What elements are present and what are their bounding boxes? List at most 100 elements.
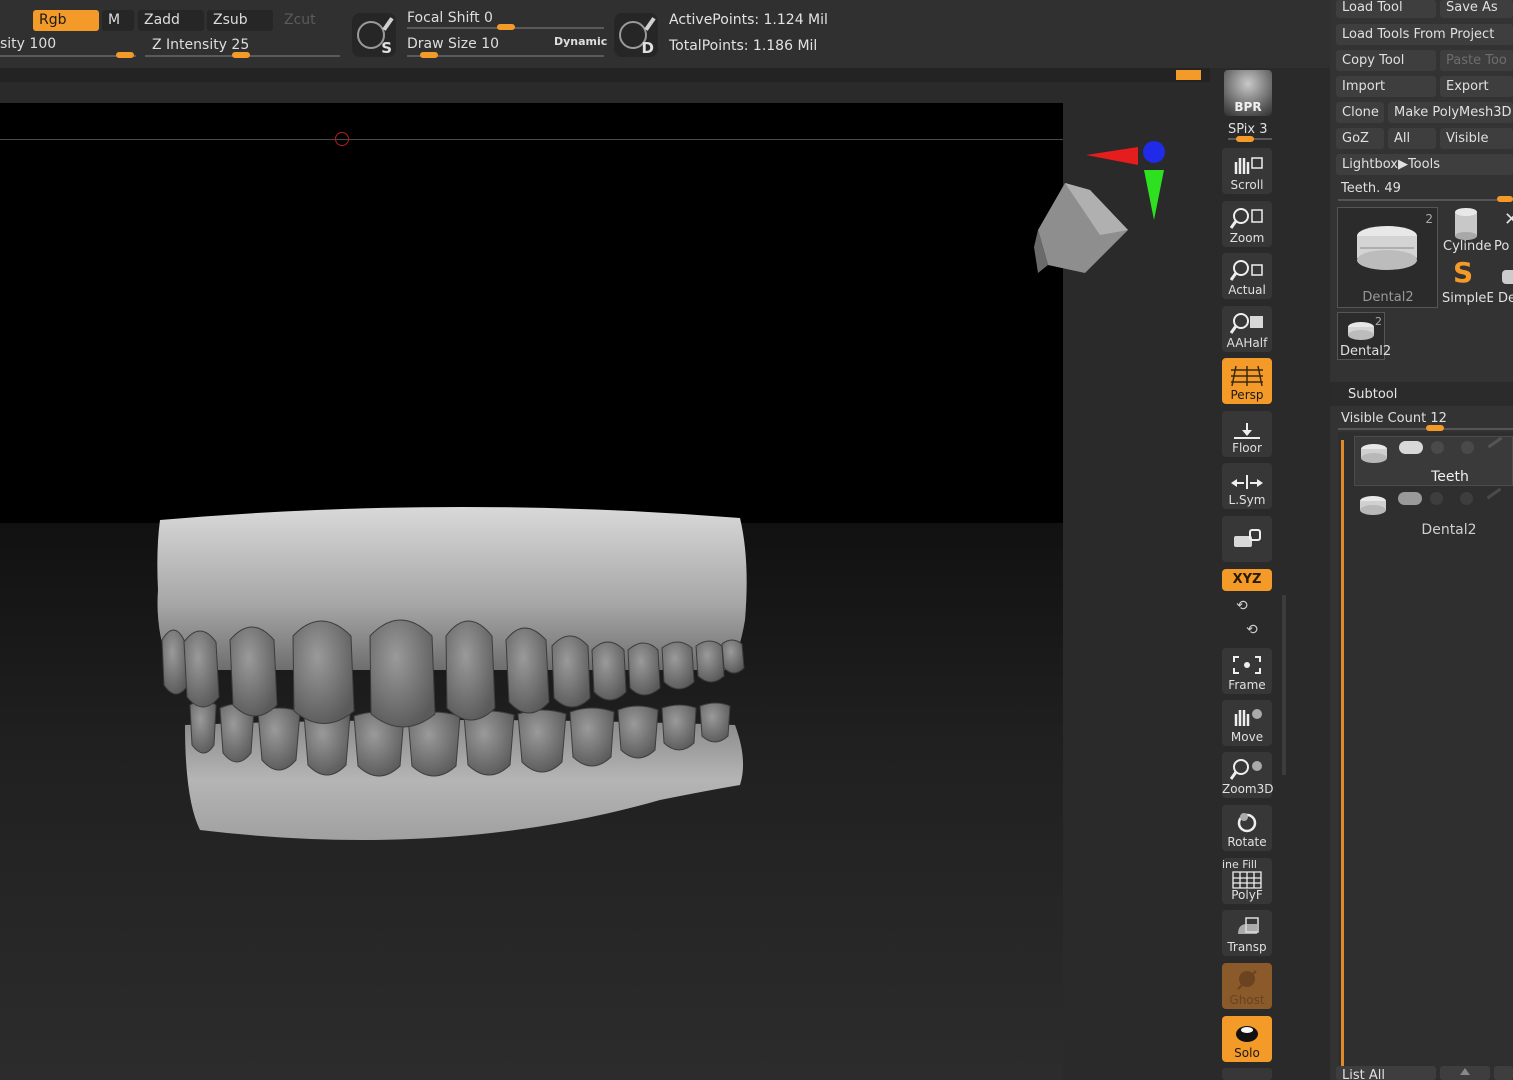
persp-button[interactable]: Persp (1222, 358, 1272, 404)
subtool-mode-icon[interactable] (1461, 441, 1474, 454)
dynamic-button[interactable]: Dynamic (554, 35, 607, 48)
z-intensity-knob[interactable] (232, 52, 250, 58)
polypaint-icon[interactable] (1430, 492, 1443, 505)
current-tool-knob[interactable] (1497, 196, 1513, 202)
m-button[interactable]: M (102, 10, 134, 31)
zadd-button[interactable]: Zadd (138, 10, 204, 31)
tool-thumb-cylinder[interactable]: Cylinde (1441, 207, 1491, 257)
solo-label: Solo (1234, 1046, 1260, 1060)
floor-button[interactable]: Floor (1222, 411, 1272, 457)
hand-icon (1234, 709, 1262, 726)
subtool-item[interactable]: Dental2 (1354, 487, 1513, 539)
scroll-button[interactable]: Scroll (1222, 148, 1272, 194)
brush-icon (644, 17, 656, 31)
tool-thumb-simplebrush[interactable]: S SimpleE (1441, 258, 1493, 308)
rotate-y-icon[interactable]: ⟲ (1236, 598, 1248, 614)
teeth-model[interactable] (150, 500, 750, 855)
aahalf-button[interactable]: AAHalf (1222, 306, 1272, 352)
zsub-button[interactable]: Zsub (207, 10, 273, 31)
active-points: ActivePoints: 1.124 Mil (669, 12, 828, 28)
subtool-item-name: Teeth (1431, 469, 1469, 485)
subtool-mode-icon[interactable] (1460, 492, 1473, 505)
export-button[interactable]: Export (1440, 76, 1513, 97)
persp-label: Persp (1230, 388, 1264, 402)
draw-size-label: Draw Size 10 (407, 36, 500, 52)
lsym-button[interactable]: L.Sym (1222, 463, 1272, 509)
thumb-label: Dental2 (1340, 344, 1392, 359)
rotate-label: Rotate (1227, 835, 1267, 849)
tool-thumb-polymesh[interactable]: ✕ Po (1494, 207, 1513, 257)
polypaint-icon[interactable] (1431, 441, 1444, 454)
magnifier-icon (1230, 759, 1262, 780)
import-button[interactable]: Import (1336, 76, 1436, 97)
pivot-marker (335, 132, 349, 146)
transp-button[interactable]: Transp (1222, 910, 1272, 956)
top-toolbar: Rgb M Zadd Zsub Zcut sity 100 Z Intensit… (0, 0, 1330, 68)
save-as-button[interactable]: Save As (1440, 0, 1513, 18)
move-button[interactable]: Move (1222, 700, 1272, 746)
rgb-button[interactable]: Rgb (33, 10, 99, 31)
subtool-selection-bar (1341, 440, 1344, 1080)
tool-thumb-dental2[interactable]: 2 Dental2 (1337, 207, 1438, 308)
make-polymesh3d-button[interactable]: Make PolyMesh3D (1388, 102, 1513, 123)
visible-count-knob[interactable] (1426, 425, 1444, 431)
orientation-gizmo[interactable] (1030, 135, 1170, 280)
all-button[interactable]: All (1388, 128, 1436, 149)
subtool-item[interactable]: Teeth (1354, 436, 1513, 486)
zoom3d-label: Zoom3D (1222, 782, 1274, 796)
bpr-button[interactable]: BPR (1224, 70, 1272, 116)
zcut-button[interactable]: Zcut (278, 10, 338, 31)
lock-camera-button[interactable] (1222, 516, 1272, 562)
copy-tool-button[interactable]: Copy Tool (1336, 50, 1436, 71)
rotate-icon (1237, 813, 1257, 833)
current-tool-track[interactable] (1338, 199, 1513, 201)
simplebrush-label: SimpleE (1442, 291, 1493, 306)
progress-strip-knob[interactable] (1176, 70, 1201, 80)
move-up-button[interactable] (1440, 1066, 1490, 1080)
simplebrush-icon: S (1453, 258, 1474, 289)
lightbox-tools-button[interactable]: Lightbox▶Tools (1336, 154, 1513, 175)
z-axis-dot (1143, 141, 1165, 163)
rotate-z-icon[interactable]: ⟲ (1246, 622, 1258, 638)
xyz-button[interactable]: XYZ (1222, 569, 1272, 591)
shelf-scrollbar[interactable] (1282, 595, 1286, 775)
clone-button[interactable]: Clone (1336, 102, 1384, 123)
edit-icon[interactable] (1486, 487, 1502, 500)
rotate-button[interactable]: Rotate (1222, 805, 1272, 851)
rgb-intensity-knob[interactable] (116, 52, 134, 58)
polyf-button[interactable]: ine Fill PolyF (1222, 858, 1272, 904)
zoom-button[interactable]: Zoom (1222, 201, 1272, 247)
solo-button[interactable]: Solo (1222, 1016, 1272, 1062)
focal-shift-knob[interactable] (497, 24, 515, 30)
move-down-button[interactable] (1494, 1066, 1513, 1080)
goz-button[interactable]: GoZ (1336, 128, 1384, 149)
rgb-intensity-label: sity 100 (0, 36, 57, 52)
ghost-button[interactable]: Ghost (1222, 963, 1272, 1009)
teeth-thumbnail-icon (1361, 444, 1387, 463)
transparency-icon (1238, 917, 1259, 934)
tool-thumb-dental-small[interactable]: De (1496, 258, 1513, 308)
actual-button[interactable]: Actual (1222, 253, 1272, 299)
spix-knob[interactable] (1236, 136, 1254, 142)
zoom3d-button[interactable]: Zoom3D (1222, 752, 1274, 798)
visible-button[interactable]: Visible (1440, 128, 1513, 149)
load-tool-button[interactable]: Load Tool (1336, 0, 1436, 18)
dynamic-d-button[interactable]: D (614, 13, 658, 57)
visibility-toggle-icon[interactable] (1398, 492, 1422, 505)
paste-tool-button[interactable]: Paste Too (1440, 50, 1513, 71)
list-all-button[interactable]: List All (1336, 1066, 1436, 1080)
canvas-background-top[interactable] (0, 103, 1063, 523)
subtool-header[interactable]: Subtool (1330, 382, 1513, 406)
visibility-toggle-icon[interactable] (1399, 441, 1423, 454)
frame-button[interactable]: Frame (1222, 648, 1272, 694)
teeth-thumbnail-icon (1348, 322, 1374, 340)
magnifier-icon (1230, 313, 1263, 334)
subtool-title: Subtool (1348, 387, 1398, 402)
next-shelf-button[interactable] (1222, 1068, 1272, 1080)
load-tools-from-project-button[interactable]: Load Tools From Project (1336, 24, 1513, 45)
sculptris-s-button[interactable]: S (352, 13, 396, 57)
tool-thumb-dental2-small[interactable]: 2 Dental2 (1337, 312, 1391, 360)
edit-icon[interactable] (1487, 436, 1503, 449)
thumb-count: 2 (1425, 212, 1433, 226)
draw-size-knob[interactable] (420, 52, 438, 58)
